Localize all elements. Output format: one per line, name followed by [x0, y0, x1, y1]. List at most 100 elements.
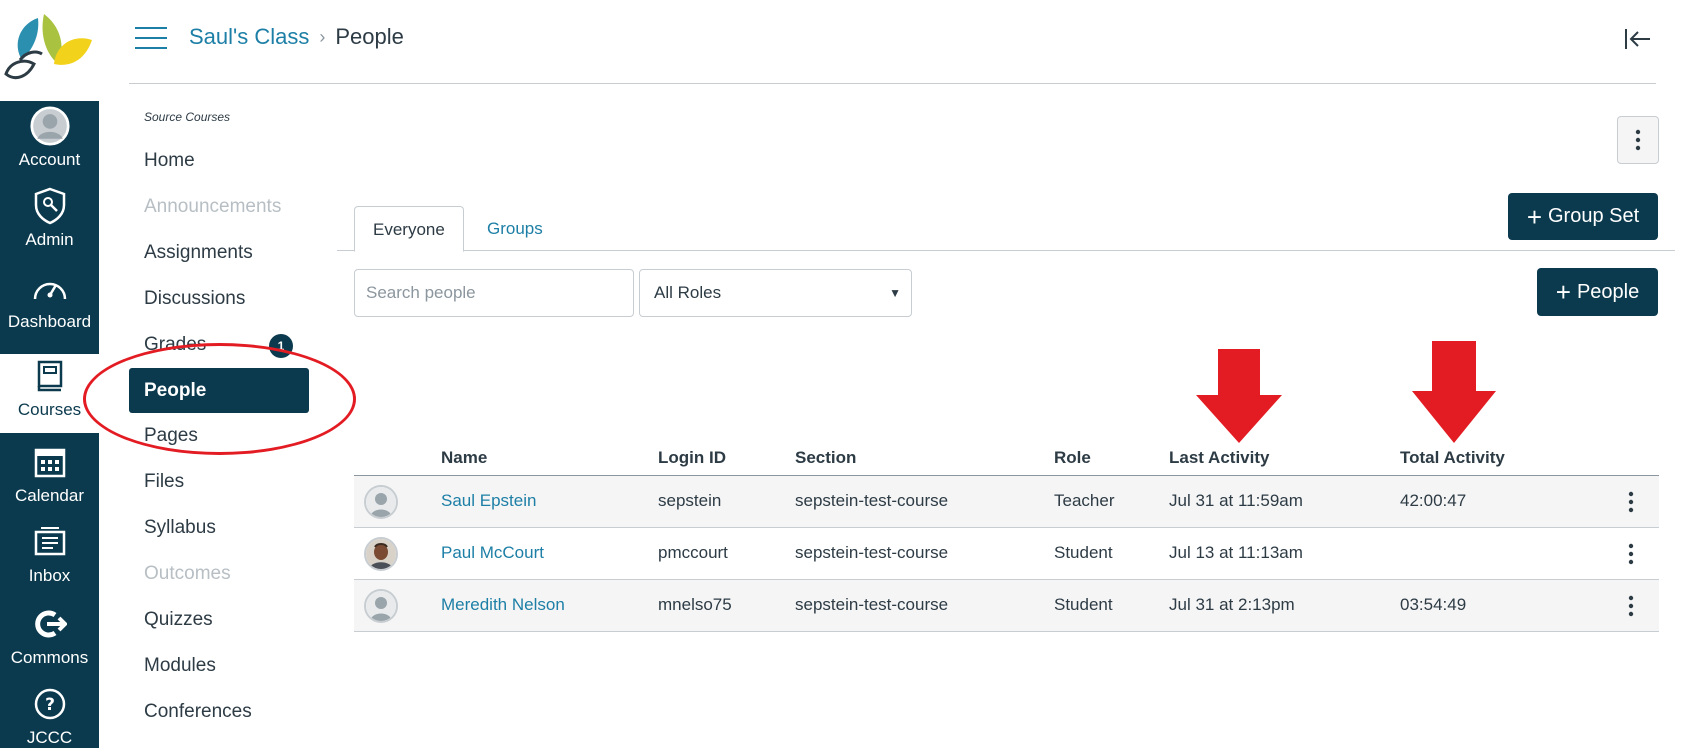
- row-kebab-icon[interactable]: [1625, 489, 1637, 515]
- col-last-activity[interactable]: Last Activity: [1169, 448, 1269, 468]
- nav-calendar[interactable]: Calendar: [0, 440, 99, 520]
- svg-text:?: ?: [45, 695, 55, 715]
- total-activity: 03:54:49: [1400, 595, 1467, 614]
- global-nav: Account Admin Dashboard Courses Calendar…: [0, 0, 99, 748]
- admin-icon: [30, 184, 70, 228]
- dashboard-icon: [30, 266, 70, 310]
- commons-icon: [30, 602, 70, 646]
- total-activity: 42:00:47: [1400, 491, 1467, 510]
- table-header: Name Login ID Section Role Last Activity…: [354, 440, 1659, 476]
- login-id: pmccourt: [658, 543, 728, 562]
- source-courses-label: Source Courses: [144, 110, 231, 124]
- course-nav-modules[interactable]: Modules: [129, 643, 329, 689]
- course-nav-pages[interactable]: Pages: [129, 413, 329, 459]
- add-people-button[interactable]: + People: [1537, 268, 1658, 316]
- avatar[interactable]: [364, 537, 398, 571]
- nav-inbox-label: Inbox: [28, 566, 71, 585]
- last-activity: Jul 31 at 11:59am: [1169, 491, 1303, 510]
- course-nav-discussions[interactable]: Discussions: [129, 276, 329, 322]
- course-nav: Source Courses Home Announcements Assign…: [129, 110, 329, 735]
- breadcrumb-current: People: [335, 24, 404, 49]
- section: sepstein-test-course: [795, 491, 949, 510]
- breadcrumb-course-link[interactable]: Saul's Class: [189, 24, 309, 50]
- person-name-link[interactable]: Saul Epstein: [441, 491, 536, 511]
- courses-icon: [30, 354, 70, 398]
- annotation-arrow-down-icon: [1196, 349, 1282, 443]
- table-row: Saul Epstein sepstein sepstein-test-cour…: [354, 476, 1659, 528]
- nav-help[interactable]: ? JCCC: [0, 682, 99, 748]
- tab-everyone[interactable]: Everyone: [354, 206, 464, 252]
- table-row: Meredith Nelson mnelso75 sepstein-test-c…: [354, 580, 1659, 632]
- help-icon: ?: [30, 682, 70, 726]
- table-row: Paul McCourt pmccourt sepstein-test-cour…: [354, 528, 1659, 580]
- plus-icon: +: [1555, 277, 1571, 307]
- section: sepstein-test-course: [795, 543, 949, 562]
- people-table: Name Login ID Section Role Last Activity…: [354, 440, 1659, 632]
- inbox-icon: [30, 520, 70, 564]
- course-nav-grades[interactable]: Grades 1: [129, 322, 329, 368]
- collapse-nav-icon[interactable]: [1623, 26, 1653, 52]
- annotation-arrow-down-icon: [1412, 341, 1496, 443]
- calendar-icon: [30, 440, 70, 484]
- page-header: Saul's Class › People: [129, 0, 1691, 84]
- nav-commons[interactable]: Commons: [0, 602, 99, 682]
- nav-account-label: Account: [18, 150, 81, 169]
- avatar[interactable]: [364, 485, 398, 519]
- people-tabs: Everyone Groups: [337, 206, 1675, 252]
- nav-courses-label: Courses: [17, 400, 82, 419]
- nav-dashboard-label: Dashboard: [7, 312, 92, 331]
- nav-account[interactable]: Account: [0, 104, 99, 184]
- course-nav-conferences[interactable]: Conferences: [129, 689, 329, 735]
- settings-kebab-button[interactable]: [1617, 116, 1659, 164]
- roles-select[interactable]: All Roles ▼: [639, 269, 912, 317]
- role: Student: [1054, 595, 1113, 614]
- col-name[interactable]: Name: [441, 448, 487, 468]
- avatar[interactable]: [364, 589, 398, 623]
- tab-groups[interactable]: Groups: [469, 206, 561, 252]
- course-nav-announcements[interactable]: Announcements: [129, 184, 329, 230]
- row-kebab-icon[interactable]: [1625, 593, 1637, 619]
- nav-inbox[interactable]: Inbox: [0, 520, 99, 600]
- leaf-logo-icon: [4, 14, 92, 80]
- nav-dashboard[interactable]: Dashboard: [0, 266, 99, 346]
- section: sepstein-test-course: [795, 595, 949, 614]
- nav-admin[interactable]: Admin: [0, 184, 99, 264]
- course-nav-syllabus[interactable]: Syllabus: [129, 505, 329, 551]
- person-name-link[interactable]: Paul McCourt: [441, 543, 544, 563]
- nav-admin-label: Admin: [25, 230, 74, 249]
- col-section[interactable]: Section: [795, 448, 856, 468]
- col-total-activity[interactable]: Total Activity: [1400, 448, 1505, 468]
- breadcrumb: Saul's Class › People: [189, 24, 404, 50]
- last-activity: Jul 13 at 11:13am: [1169, 543, 1303, 562]
- login-id: sepstein: [658, 491, 722, 510]
- user-photo-icon: [366, 539, 396, 569]
- login-id: mnelso75: [658, 595, 732, 614]
- nav-help-label: JCCC: [26, 728, 73, 747]
- col-role[interactable]: Role: [1054, 448, 1091, 468]
- roles-select-value: All Roles: [654, 283, 722, 302]
- course-nav-grades-label: Grades: [144, 334, 207, 355]
- hamburger-menu-icon[interactable]: [135, 27, 167, 51]
- nav-commons-label: Commons: [10, 648, 89, 667]
- course-nav-home[interactable]: Home: [129, 138, 329, 184]
- role: Teacher: [1054, 491, 1115, 510]
- kebab-icon: [1635, 129, 1641, 151]
- person-name-link[interactable]: Meredith Nelson: [441, 595, 565, 615]
- grades-count-badge: 1: [269, 334, 293, 358]
- default-avatar-icon: [366, 487, 396, 517]
- role: Student: [1054, 543, 1113, 562]
- course-nav-people[interactable]: People: [129, 368, 309, 413]
- breadcrumb-separator: ›: [319, 26, 326, 47]
- course-nav-quizzes[interactable]: Quizzes: [129, 597, 329, 643]
- course-nav-assignments[interactable]: Assignments: [129, 230, 329, 276]
- account-icon: [29, 104, 70, 148]
- nav-courses[interactable]: Courses: [0, 354, 99, 433]
- search-people-input[interactable]: [354, 269, 634, 317]
- course-nav-files[interactable]: Files: [129, 459, 329, 505]
- institution-logo[interactable]: [0, 0, 99, 101]
- default-avatar-icon: [366, 591, 396, 621]
- col-login-id[interactable]: Login ID: [658, 448, 726, 468]
- add-people-label: People: [1576, 280, 1640, 303]
- row-kebab-icon[interactable]: [1625, 541, 1637, 567]
- course-nav-outcomes[interactable]: Outcomes: [129, 551, 329, 597]
